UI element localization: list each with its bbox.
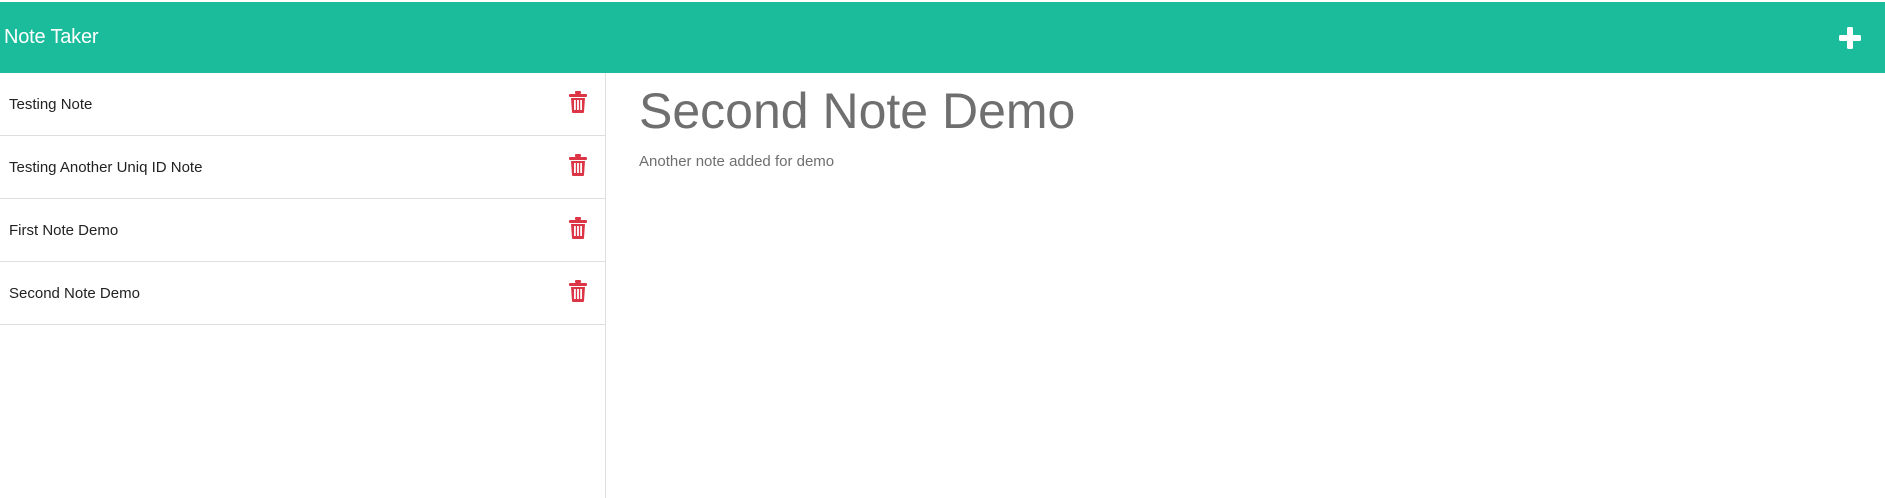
- trash-icon[interactable]: [569, 154, 587, 176]
- app-title[interactable]: Note Taker: [4, 2, 99, 73]
- new-note-button[interactable]: [1835, 23, 1865, 53]
- list-item[interactable]: First Note Demo: [0, 199, 605, 262]
- note-list: Testing Note Testing Another Uniq ID Not…: [0, 73, 605, 325]
- list-item[interactable]: Testing Another Uniq ID Note: [0, 136, 605, 199]
- note-detail: Second Note Demo Another note added for …: [606, 73, 1885, 498]
- note-title[interactable]: Second Note Demo: [9, 262, 140, 325]
- trash-icon[interactable]: [569, 91, 587, 113]
- note-title[interactable]: Testing Note: [9, 73, 92, 136]
- plus-icon: [1835, 23, 1865, 53]
- trash-icon[interactable]: [569, 280, 587, 302]
- app-header: Note Taker: [0, 2, 1885, 73]
- list-item[interactable]: Second Note Demo: [0, 262, 605, 325]
- note-text-display[interactable]: Another note added for demo: [639, 153, 834, 170]
- note-title[interactable]: First Note Demo: [9, 199, 118, 262]
- note-title[interactable]: Testing Another Uniq ID Note: [9, 136, 202, 199]
- list-item[interactable]: Testing Note: [0, 73, 605, 136]
- trash-icon[interactable]: [569, 217, 587, 239]
- notes-sidebar: Testing Note Testing Another Uniq ID Not…: [0, 73, 606, 498]
- note-title-display[interactable]: Second Note Demo: [639, 83, 1075, 141]
